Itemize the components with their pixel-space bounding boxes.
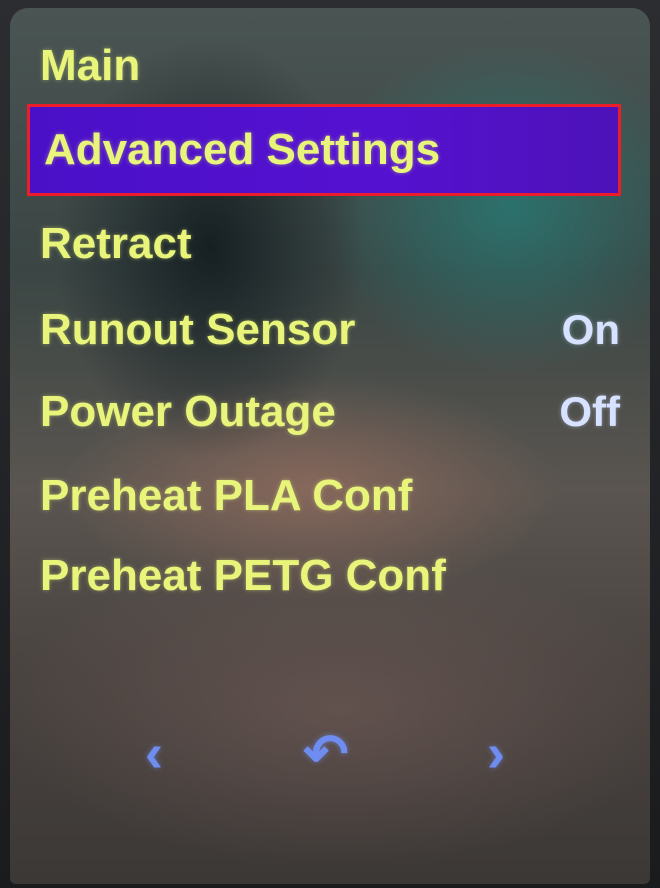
menu-item-advanced-settings[interactable]: Advanced Settings bbox=[27, 104, 621, 196]
menu-item-label: Retract bbox=[40, 219, 192, 268]
runout-sensor-value: On bbox=[561, 306, 620, 353]
menu-item-label: Preheat PETG Conf bbox=[40, 551, 446, 600]
menu-item-main[interactable]: Main bbox=[26, 26, 620, 106]
lcd-screen: Main Advanced Settings Retract Runout Se… bbox=[10, 8, 650, 884]
menu-item-label: Advanced Settings bbox=[44, 125, 441, 174]
menu-item-label: Preheat PLA Conf bbox=[40, 471, 413, 520]
menu-item-label: Main bbox=[40, 41, 141, 90]
menu-item-runout-sensor[interactable]: Runout Sensor On bbox=[26, 290, 620, 370]
device-bezel: Main Advanced Settings Retract Runout Se… bbox=[0, 0, 660, 888]
menu-item-label: Runout Sensor bbox=[40, 305, 356, 354]
power-outage-value: Off bbox=[559, 388, 620, 435]
chevron-left-icon[interactable]: ‹ bbox=[114, 713, 194, 793]
menu-item-retract[interactable]: Retract bbox=[26, 204, 620, 284]
menu-item-power-outage[interactable]: Power Outage Off bbox=[26, 372, 620, 452]
menu-item-preheat-pla-conf[interactable]: Preheat PLA Conf bbox=[26, 456, 620, 536]
navigation-bar: ‹ ↶ › bbox=[10, 713, 650, 793]
menu-item-preheat-petg-conf[interactable]: Preheat PETG Conf bbox=[26, 536, 620, 616]
chevron-right-icon[interactable]: › bbox=[456, 713, 536, 793]
menu-item-label: Power Outage bbox=[40, 387, 336, 436]
back-arrow-icon[interactable]: ↶ bbox=[286, 713, 366, 793]
